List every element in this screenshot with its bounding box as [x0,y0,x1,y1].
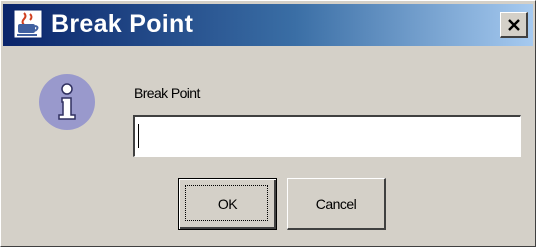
break-point-input[interactable] [133,115,521,157]
title-bar[interactable]: Break Point [3,4,533,46]
focus-rectangle [185,185,268,221]
text-caret [138,124,139,148]
info-icon [39,74,95,130]
break-point-label: Break Point [134,85,200,101]
ok-button[interactable]: OK [178,178,277,230]
close-icon [507,18,520,31]
cancel-button[interactable]: Cancel [287,178,386,230]
window-title: Break Point [51,10,194,38]
break-point-dialog: Break Point Break Point OK Cancel [0,0,536,247]
java-cup-icon [13,9,43,39]
close-button[interactable] [500,12,528,38]
cancel-button-label: Cancel [315,195,357,212]
